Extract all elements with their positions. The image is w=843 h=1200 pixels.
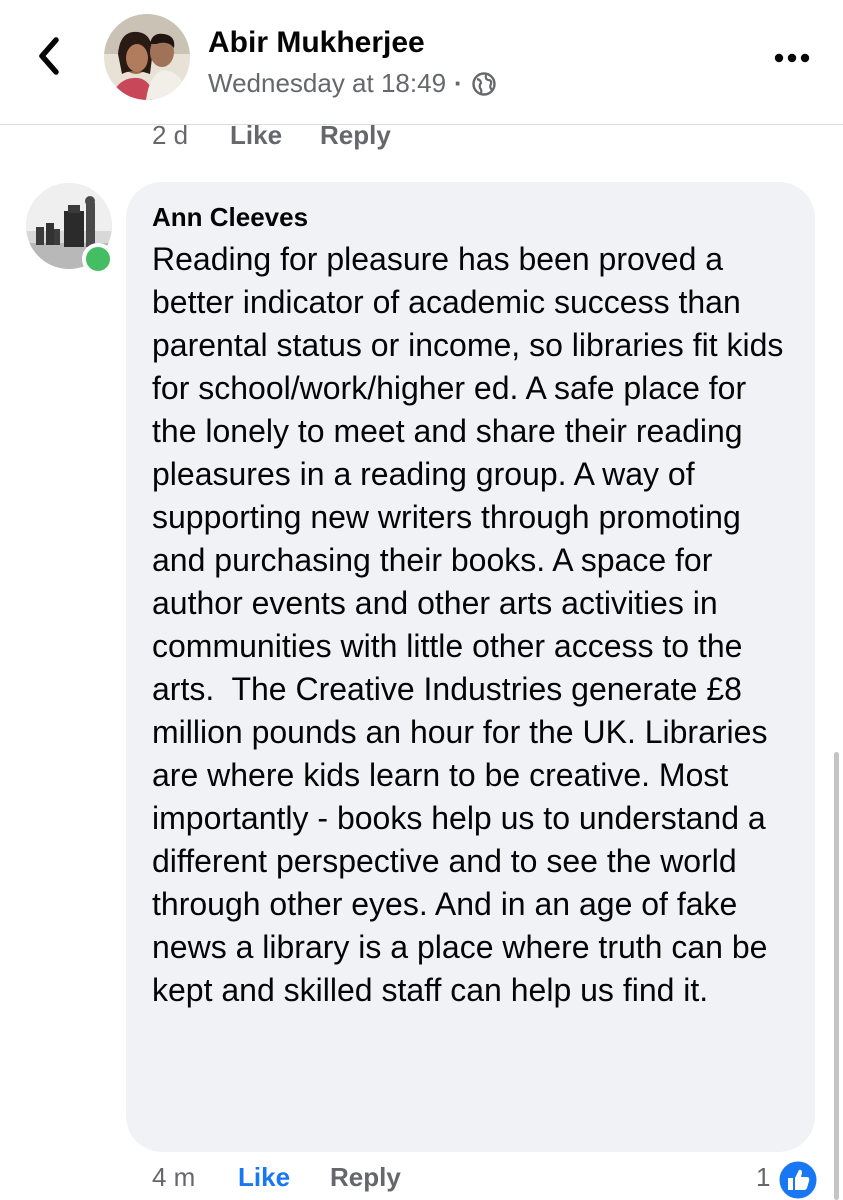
scrollbar[interactable]: [834, 752, 839, 1200]
thumbs-up-icon[interactable]: [776, 1158, 820, 1200]
post-author-avatar[interactable]: [104, 14, 190, 100]
globe-icon: [471, 71, 497, 97]
comment-text: Reading for pleasure has been proved a b…: [152, 241, 793, 1008]
post-author-name[interactable]: Abir Mukherjee: [208, 26, 425, 60]
comment-thread-view: 2 d Like Reply Abir Mukherjee Wednesday …: [0, 0, 843, 1200]
comment-time[interactable]: 4 m: [152, 1162, 195, 1193]
meta-separator: ·: [454, 68, 463, 98]
comment-author-name[interactable]: Ann Cleeves: [152, 200, 791, 234]
post-header: Abir Mukherjee Wednesday at 18:49 ·: [0, 0, 843, 125]
more-options-button[interactable]: [772, 48, 812, 68]
comment-reply-button[interactable]: Reply: [330, 1162, 401, 1193]
post-timestamp[interactable]: Wednesday at 18:49: [208, 68, 446, 99]
comment-like-button[interactable]: Like: [238, 1162, 290, 1193]
chevron-left-icon: [39, 37, 59, 75]
back-button[interactable]: [30, 34, 70, 78]
post-meta: Wednesday at 18:49 ·: [208, 68, 497, 99]
comment-bubble[interactable]: Ann Cleeves Reading for pleasure has bee…: [126, 182, 815, 1152]
comment-actions: 4 m Like Reply 1: [0, 1158, 843, 1200]
ellipsis-icon: [774, 53, 810, 63]
online-status-indicator: [82, 243, 114, 275]
reaction-count[interactable]: 1: [756, 1162, 770, 1193]
avatar-photo: [104, 14, 190, 100]
